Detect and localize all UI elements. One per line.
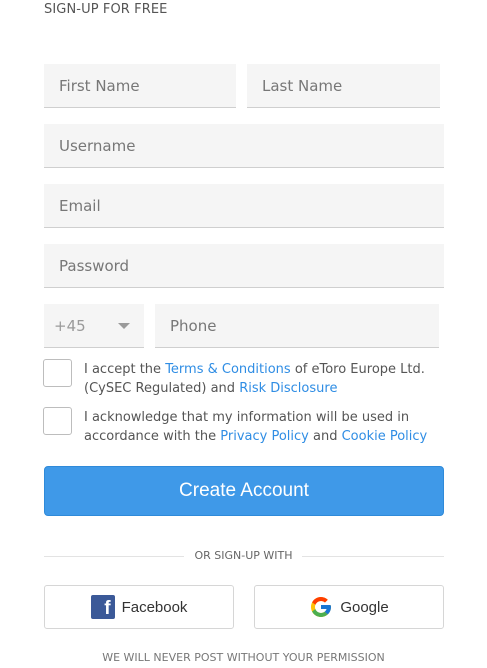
page-title: SIGN-UP FOR FREE	[44, 2, 168, 17]
phone-field[interactable]: Phone	[155, 304, 439, 348]
privacy-consent-text: I acknowledge that my information will b…	[84, 408, 429, 446]
password-field[interactable]: Password	[44, 244, 444, 288]
username-field[interactable]: Username	[44, 124, 444, 168]
facebook-signup-button[interactable]: f Facebook	[44, 585, 234, 629]
google-icon	[309, 595, 333, 619]
phone-code-value: +45	[54, 316, 86, 335]
email-field[interactable]: Email	[44, 184, 444, 228]
password-placeholder: Password	[59, 256, 130, 275]
last-name-placeholder: Last Name	[262, 76, 343, 95]
chevron-down-icon	[118, 323, 130, 329]
permission-note: WE WILL NEVER POST WITHOUT YOUR PERMISSI…	[102, 651, 385, 664]
phone-code-select[interactable]: +45	[44, 304, 144, 348]
privacy-and: and	[308, 429, 342, 444]
last-name-field[interactable]: Last Name	[247, 64, 440, 108]
terms-link[interactable]: Terms & Conditions	[165, 362, 291, 377]
phone-placeholder: Phone	[170, 316, 217, 335]
first-name-placeholder: First Name	[59, 76, 140, 95]
username-placeholder: Username	[59, 136, 136, 155]
terms-consent-text: I accept the Terms & Conditions of eToro…	[84, 360, 429, 398]
create-account-button[interactable]: Create Account	[44, 466, 444, 516]
terms-checkbox[interactable]	[43, 359, 72, 387]
risk-disclosure-link[interactable]: Risk Disclosure	[239, 381, 337, 396]
privacy-checkbox[interactable]	[43, 407, 72, 435]
terms-prefix: I accept the	[84, 362, 166, 377]
google-signup-button[interactable]: Google	[254, 585, 444, 629]
email-placeholder: Email	[59, 196, 101, 215]
privacy-policy-link[interactable]: Privacy Policy	[220, 429, 309, 444]
facebook-label: Facebook	[121, 598, 188, 616]
social-divider-text: OR SIGN-UP WITH	[194, 549, 293, 562]
google-label: Google	[340, 598, 389, 616]
cookie-policy-link[interactable]: Cookie Policy	[342, 429, 428, 444]
first-name-field[interactable]: First Name	[44, 64, 236, 108]
facebook-icon: f	[90, 595, 115, 619]
